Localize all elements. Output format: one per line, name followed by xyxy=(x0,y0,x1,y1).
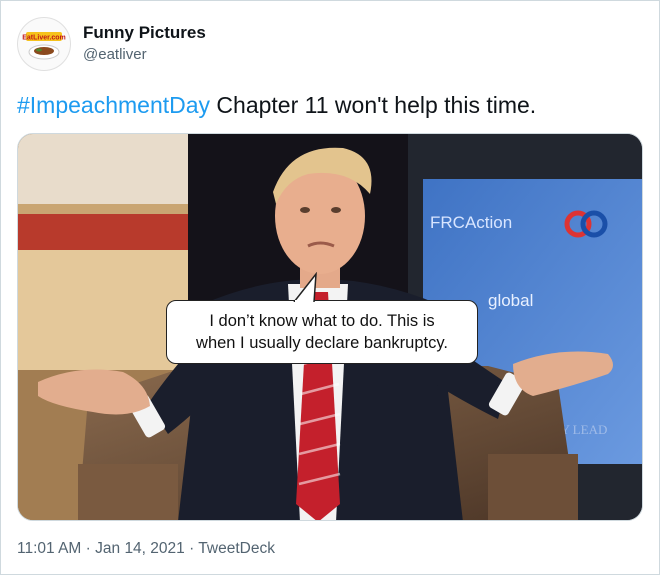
tweet-card: EatLiver.com Funny Pictures @eatliver #I… xyxy=(0,0,660,575)
author-name[interactable]: Funny Pictures xyxy=(83,23,206,43)
tweet-date[interactable]: Jan 14, 2021 xyxy=(95,540,185,557)
avatar[interactable]: EatLiver.com xyxy=(17,17,71,71)
speech-bubble-tail-icon xyxy=(293,272,317,302)
meta-separator: · xyxy=(85,540,91,557)
tweet-media[interactable]: FRCAction global MILY LEAD I don’t know … xyxy=(17,133,643,521)
tweet-source-link[interactable]: TweetDeck xyxy=(198,540,275,557)
tweet-text: #ImpeachmentDay Chapter 11 won't help th… xyxy=(17,92,536,119)
meta-separator: · xyxy=(189,540,195,557)
avatar-logo-text: EatLiver.com xyxy=(22,35,66,42)
eatliver-logo-icon: EatLiver.com xyxy=(18,18,70,70)
speech-bubble-line: I don’t know what to do. This is xyxy=(209,312,435,330)
tweet-body: Chapter 11 won't help this time. xyxy=(210,92,537,118)
tweet-time[interactable]: 11:01 AM xyxy=(17,540,81,557)
speech-bubble: I don’t know what to do. This is when I … xyxy=(166,300,478,364)
tweet-meta: 11:01 AM · Jan 14, 2021 · TweetDeck xyxy=(17,540,275,558)
background-sign-text: global xyxy=(488,291,533,310)
hashtag-link[interactable]: #ImpeachmentDay xyxy=(17,92,210,118)
background-sign-text: FRCAction xyxy=(430,213,512,232)
speech-bubble-line: when I usually declare bankruptcy. xyxy=(196,334,448,352)
author-handle[interactable]: @eatliver xyxy=(83,46,147,63)
